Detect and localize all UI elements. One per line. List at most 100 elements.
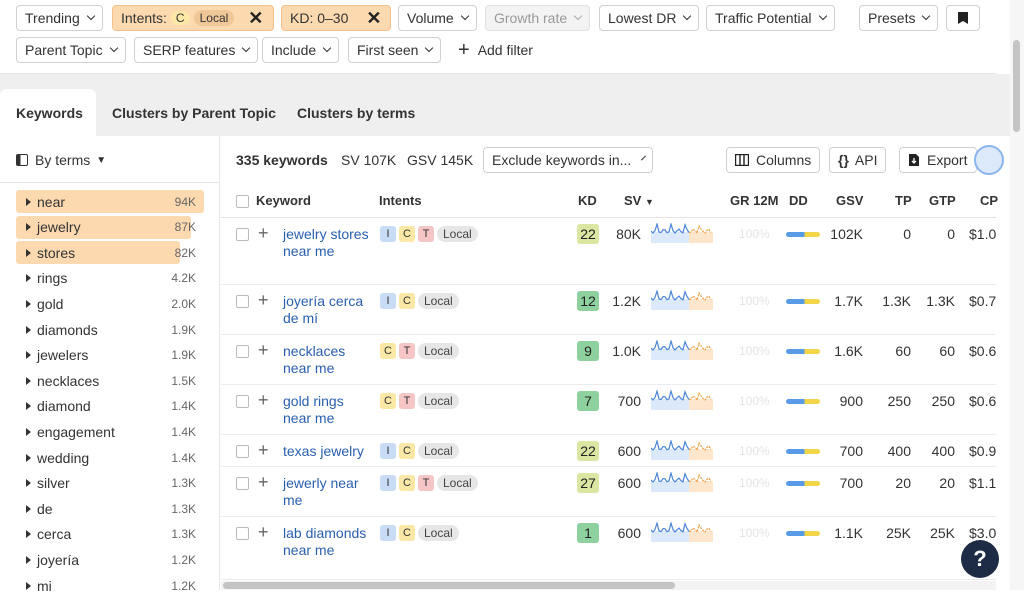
chevron-down-icon	[109, 43, 118, 53]
horizontal-scrollbar[interactable]	[221, 581, 996, 590]
scrollbar-thumb[interactable]	[1013, 40, 1020, 132]
term-count: 1.9K	[171, 322, 196, 337]
lowest-dr-filter[interactable]: Lowest DR	[599, 5, 700, 31]
columns-button[interactable]: Columns	[726, 147, 821, 173]
sv-trend	[650, 470, 713, 495]
col-gsv[interactable]: GSV	[836, 193, 863, 208]
trend-sparkline	[650, 470, 713, 492]
bookmark-button[interactable]	[946, 5, 980, 31]
select-all-checkbox[interactable]	[236, 195, 249, 208]
sidebar-term[interactable]: engagement 1.4K	[16, 420, 204, 443]
col-intents[interactable]: Intents	[379, 193, 422, 208]
tab-clusters-terms[interactable]: Clusters by terms	[281, 89, 431, 136]
sidebar-term[interactable]: cerca 1.3K	[16, 523, 204, 546]
add-to-list-icon[interactable]: +	[258, 291, 269, 309]
serp-features-filter[interactable]: SERP features	[134, 37, 259, 63]
keyword-link[interactable]: lab diamonds near me	[283, 525, 373, 559]
intent-badges: I C T Local	[380, 475, 478, 491]
sidebar-term[interactable]: silver 1.3K	[16, 472, 204, 495]
traffic-potential-filter[interactable]: Traffic Potential	[706, 5, 835, 31]
by-terms-dropdown[interactable]: By terms ▼	[16, 152, 106, 168]
col-gtp[interactable]: GTP	[929, 193, 956, 208]
sidebar-term[interactable]: jewelry 87K	[16, 215, 204, 239]
col-gr[interactable]: GR 12M	[730, 193, 778, 208]
chevron-down-icon	[818, 11, 827, 21]
parent-topic-filter[interactable]: Parent Topic	[16, 37, 126, 63]
caret-right-icon	[26, 248, 31, 257]
tab-clusters-parent-topic[interactable]: Clusters by Parent Topic	[96, 89, 292, 136]
growth-value: 100%	[739, 526, 770, 540]
sv-trend	[650, 438, 713, 463]
sidebar-term[interactable]: jewelers 1.9K	[16, 344, 204, 367]
add-to-list-icon[interactable]: +	[258, 441, 269, 459]
keyword-link[interactable]: texas jewelry	[283, 443, 373, 460]
include-filter[interactable]: Include	[262, 37, 340, 63]
keyword-link[interactable]: gold rings near me	[283, 393, 373, 427]
gsv-value: 1.1K	[834, 525, 863, 541]
first-seen-filter[interactable]: First seen	[348, 37, 442, 63]
add-to-list-icon[interactable]: +	[258, 341, 269, 359]
sidebar-panel-icon	[16, 154, 28, 166]
local-badge: Local	[418, 393, 459, 409]
hscroll-thumb[interactable]	[223, 582, 675, 589]
row-checkbox[interactable]	[236, 345, 249, 358]
sidebar-term[interactable]: de 1.3K	[16, 497, 204, 520]
col-sv[interactable]: SV ▼	[624, 193, 654, 208]
sidebar-term[interactable]: rings 4.2K	[16, 267, 204, 290]
close-icon[interactable]: ✕	[366, 8, 381, 29]
tab-keywords[interactable]: Keywords	[0, 89, 96, 136]
sidebar-term[interactable]: diamonds 1.9K	[16, 318, 204, 341]
export-button[interactable]: Export	[899, 147, 977, 173]
help-button[interactable]: ?	[961, 540, 999, 578]
row-checkbox[interactable]	[236, 477, 249, 490]
keyword-link[interactable]: jewerly near me	[283, 475, 373, 509]
table-row: + necklaces near me C T Local 9 1.0K 100% 1.6K 60…	[221, 335, 996, 385]
sidebar-term[interactable]: necklaces 1.5K	[16, 369, 204, 392]
col-keyword[interactable]: Keyword	[256, 193, 311, 208]
gtp-value: 1.3K	[926, 293, 955, 309]
table-row: + texas jewelry I C Local 22 600 100% 700 400 400 $…	[221, 435, 996, 467]
sidebar-term[interactable]: diamond 1.4K	[16, 395, 204, 418]
sv-value: 700	[617, 393, 641, 409]
row-checkbox[interactable]	[236, 228, 249, 241]
col-dd[interactable]: DD	[789, 193, 808, 208]
add-to-list-icon[interactable]: +	[258, 523, 269, 541]
sidebar-term[interactable]: mi 1.2K	[16, 574, 204, 597]
add-to-list-icon[interactable]: +	[258, 473, 269, 491]
volume-filter[interactable]: Volume	[398, 5, 477, 31]
col-tp[interactable]: TP	[895, 193, 912, 208]
col-cpc[interactable]: CP	[980, 193, 998, 208]
sidebar-term[interactable]: gold 2.0K	[16, 292, 204, 315]
keyword-link[interactable]: necklaces near me	[283, 343, 373, 377]
trending-filter[interactable]: Trending	[16, 5, 103, 31]
row-checkbox[interactable]	[236, 445, 249, 458]
gtp-value: 400	[931, 443, 955, 459]
growth-rate-filter[interactable]: Growth rate	[485, 5, 591, 31]
add-filter-button[interactable]: + Add filter	[450, 37, 541, 63]
presets-button[interactable]: Presets	[859, 5, 939, 31]
api-button[interactable]: {} API	[829, 147, 887, 173]
add-to-list-icon[interactable]: +	[258, 391, 269, 409]
term-count: 2.0K	[171, 296, 196, 311]
keyword-link[interactable]: joyería cerca de mí	[283, 293, 373, 327]
row-checkbox[interactable]	[236, 295, 249, 308]
intent-badges: C T Local	[380, 393, 459, 409]
keyword-link[interactable]: jewelry stores near me	[283, 226, 373, 260]
sidebar-term[interactable]: stores 82K	[16, 241, 204, 265]
row-checkbox[interactable]	[236, 395, 249, 408]
sidebar-term[interactable]: wedding 1.4K	[16, 446, 204, 469]
col-kd[interactable]: KD	[578, 193, 597, 208]
vertical-scrollbar[interactable]	[1010, 0, 1024, 590]
exclude-keywords-dropdown[interactable]: Exclude keywords in...	[483, 147, 653, 173]
intents-filter[interactable]: Intents: C Local ✕	[112, 5, 274, 31]
sidebar-term[interactable]: joyería 1.2K	[16, 548, 204, 571]
dd-bar	[786, 481, 820, 486]
intent-local-badge: Local	[193, 10, 235, 26]
row-checkbox[interactable]	[236, 527, 249, 540]
sidebar-term[interactable]: near 94K	[16, 190, 204, 213]
extension-icon[interactable]	[974, 145, 1004, 175]
kd-filter[interactable]: KD: 0–30 ✕	[281, 5, 391, 31]
term-label: wedding	[37, 449, 90, 466]
add-to-list-icon[interactable]: +	[258, 224, 269, 242]
close-icon[interactable]: ✕	[248, 8, 263, 29]
